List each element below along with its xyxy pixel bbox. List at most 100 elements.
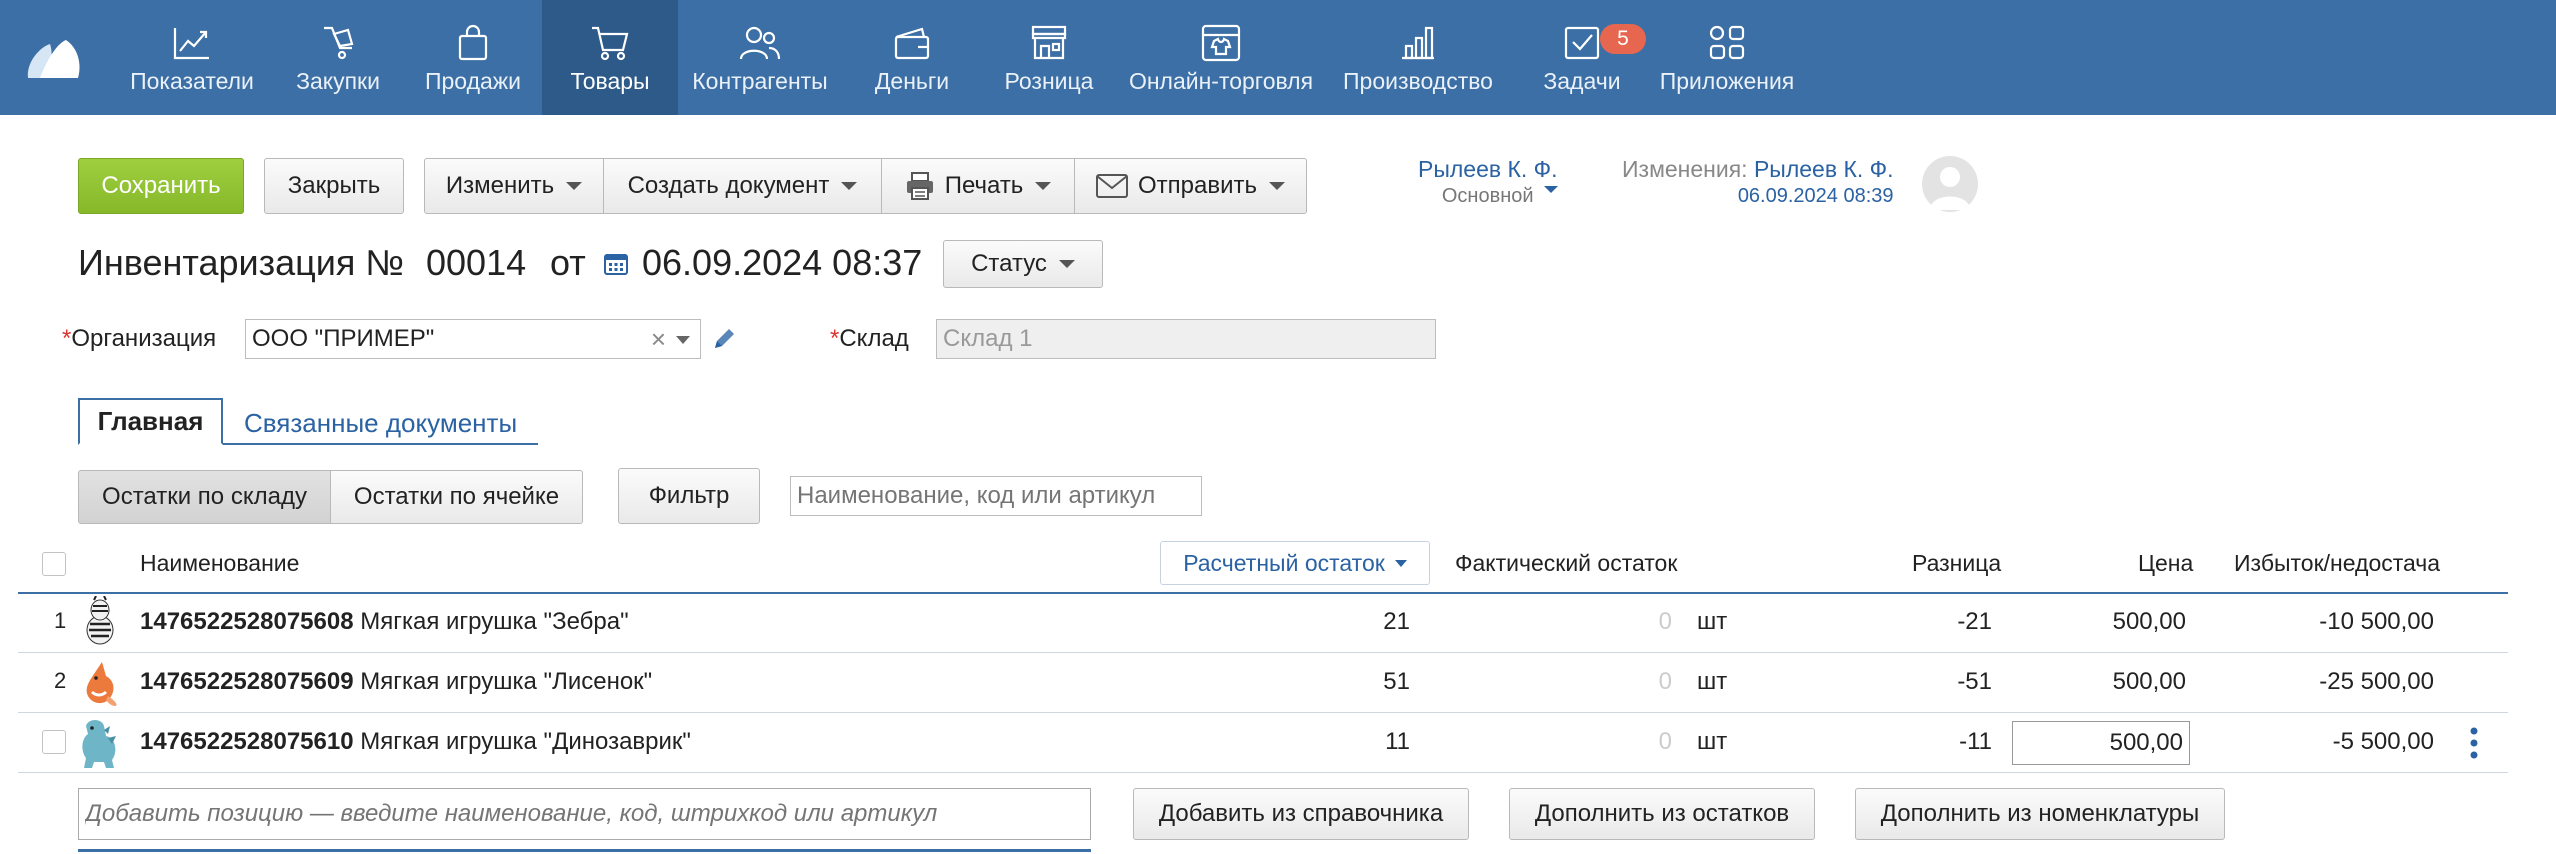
changes-date: 06.09.2024 08:39 [1737, 185, 1894, 207]
required-marker: * [830, 325, 840, 352]
apps-grid-icon [1704, 22, 1750, 64]
nav-item-sales[interactable]: Продажи [412, 0, 534, 115]
from-label: от [550, 242, 586, 283]
balances-by-cell-toggle[interactable]: Остатки по ячейке [330, 470, 583, 524]
nav-item-purchases[interactable]: Закупки [282, 0, 394, 115]
balances-by-warehouse-toggle[interactable]: Остатки по складу [78, 470, 331, 524]
chevron-down-icon [1543, 186, 1558, 193]
row-select-checkbox[interactable] [42, 730, 66, 754]
surplus-cell: -10 500,00 [2319, 608, 2434, 635]
owner-role: Основной [1441, 185, 1534, 207]
actual-balance-input[interactable]: 0 [1600, 728, 1672, 756]
filter-button[interactable]: Фильтр [618, 468, 760, 524]
unit-cell: шт [1697, 668, 1728, 695]
document-datetime[interactable]: 06.09.2024 08:37 [642, 242, 922, 284]
owner-name: Рылеев К. Ф. [1418, 156, 1558, 182]
print-dropdown-button[interactable]: Печать [881, 158, 1075, 214]
product-thumbnail-zebra[interactable] [80, 595, 120, 648]
nav-item-counterparties[interactable]: Контрагенты [690, 0, 830, 115]
changes-user-link[interactable]: Рылеев К. Ф. [1754, 156, 1894, 182]
product-thumbnail-dinosaur[interactable] [78, 716, 118, 768]
column-header-name[interactable]: Наименование [140, 550, 299, 577]
store-icon [1026, 22, 1072, 64]
add-position-input[interactable] [78, 788, 1091, 840]
edit-pencil-icon[interactable] [712, 327, 736, 356]
tab-main[interactable]: Главная [78, 398, 223, 445]
people-icon [737, 22, 783, 64]
required-marker: * [62, 325, 72, 352]
price-cell[interactable]: 500,00 [2020, 668, 2186, 696]
nav-item-indicators[interactable]: Показатели [118, 0, 266, 115]
select-all-checkbox[interactable] [42, 552, 66, 576]
price-input[interactable]: 500,00 [2012, 721, 2190, 765]
shopping-bag-icon [450, 22, 496, 64]
send-label: Отправить [1137, 172, 1257, 199]
price-cell[interactable]: 500,00 [2020, 608, 2186, 636]
search-input[interactable] [790, 476, 1202, 516]
send-dropdown-button[interactable]: Отправить [1074, 158, 1307, 214]
purchase-bag-icon [315, 22, 361, 64]
clear-icon[interactable]: × [651, 324, 666, 355]
nav-item-online-trade[interactable]: Онлайн-торговля [1126, 0, 1316, 115]
calendar-icon[interactable] [604, 251, 628, 280]
nav-item-money[interactable]: Деньги [862, 0, 962, 115]
chevron-down-icon[interactable] [676, 336, 690, 344]
header-divider [18, 592, 2508, 594]
actual-balance-input[interactable]: 0 [1600, 608, 1672, 636]
product-name-cell[interactable]: 1476522528075608 Мягкая игрушка "Зебра" [140, 608, 629, 636]
column-header-actual-balance[interactable]: Фактический остаток [1455, 550, 1677, 577]
column-header-difference[interactable]: Разница [1912, 550, 2001, 577]
column-header-surplus[interactable]: Избыток/недостача [2234, 550, 2440, 577]
product-name-cell[interactable]: 1476522528075610 Мягкая игрушка "Динозав… [140, 728, 691, 756]
unit-cell: шт [1697, 608, 1728, 635]
changes-label: Изменения: [1622, 156, 1748, 182]
chevron-down-icon [566, 182, 583, 190]
nav-label: Контрагенты [692, 68, 828, 94]
tab-related-documents[interactable]: Связанные документы [244, 408, 517, 439]
owner-selector[interactable]: Рылеев К. Ф. Основной [1418, 156, 1558, 208]
nav-item-apps[interactable]: Приложения [1654, 0, 1800, 115]
printer-icon [905, 172, 935, 200]
add-from-catalog-button[interactable]: Добавить из справочника [1133, 788, 1469, 840]
document-number: 00014 [426, 242, 527, 283]
sort-chevron-icon [1394, 559, 1407, 567]
nav-item-production[interactable]: Производство [1340, 0, 1496, 115]
price-input-value: 500,00 [2109, 729, 2183, 756]
envelope-icon [1095, 174, 1128, 198]
actual-balance-input[interactable]: 0 [1600, 668, 1672, 696]
surplus-cell: -5 500,00 [2332, 728, 2434, 755]
row-number: 1 [54, 608, 67, 633]
fill-from-nomenclature-button[interactable]: Дополнить из номенклатуры [1855, 788, 2225, 840]
nav-item-retail[interactable]: Розница [994, 0, 1104, 115]
avatar[interactable] [1922, 156, 1978, 212]
fill-from-balances-button[interactable]: Дополнить из остатков [1509, 788, 1815, 840]
app-logo-icon[interactable] [24, 34, 84, 82]
organization-select[interactable]: ООО "ПРИМЕР" × [245, 319, 701, 359]
product-thumbnail-fox[interactable] [80, 656, 120, 708]
row-divider [18, 712, 2508, 713]
product-name-cell[interactable]: 1476522528075609 Мягкая игрушка "Лисенок… [140, 668, 652, 696]
nav-item-tasks[interactable]: Задачи [1532, 0, 1632, 115]
chevron-down-icon [841, 182, 858, 190]
nav-item-products[interactable]: Товары [542, 0, 678, 115]
close-button[interactable]: Закрыть [264, 158, 404, 214]
status-dropdown[interactable]: Статус [943, 240, 1103, 288]
row-menu-kebab-icon[interactable] [2468, 726, 2480, 760]
organization-label: *Организация [62, 325, 216, 353]
nav-label: Товары [570, 68, 650, 94]
organization-label-text: Организация [71, 325, 217, 352]
save-button[interactable]: Сохранить [78, 158, 244, 214]
factory-icon [1395, 22, 1441, 64]
warehouse-label: *Склад [830, 325, 909, 353]
create-document-dropdown-button[interactable]: Создать документ [603, 158, 882, 214]
product-code: 1476522528075609 [140, 668, 354, 695]
column-header-price[interactable]: Цена [2138, 550, 2193, 577]
column-header-calc-balance[interactable]: Расчетный остаток [1160, 541, 1430, 585]
wallet-icon [889, 22, 935, 64]
chart-line-icon [169, 22, 215, 64]
add-position-underline [78, 849, 1091, 852]
calc-balance-cell: 21 [1383, 608, 1410, 635]
task-check-icon [1559, 22, 1605, 64]
edit-dropdown-button[interactable]: Изменить [424, 158, 604, 214]
changes-info: Изменения: Рылеев К. Ф. 06.09.2024 08:39 [1622, 156, 1894, 208]
